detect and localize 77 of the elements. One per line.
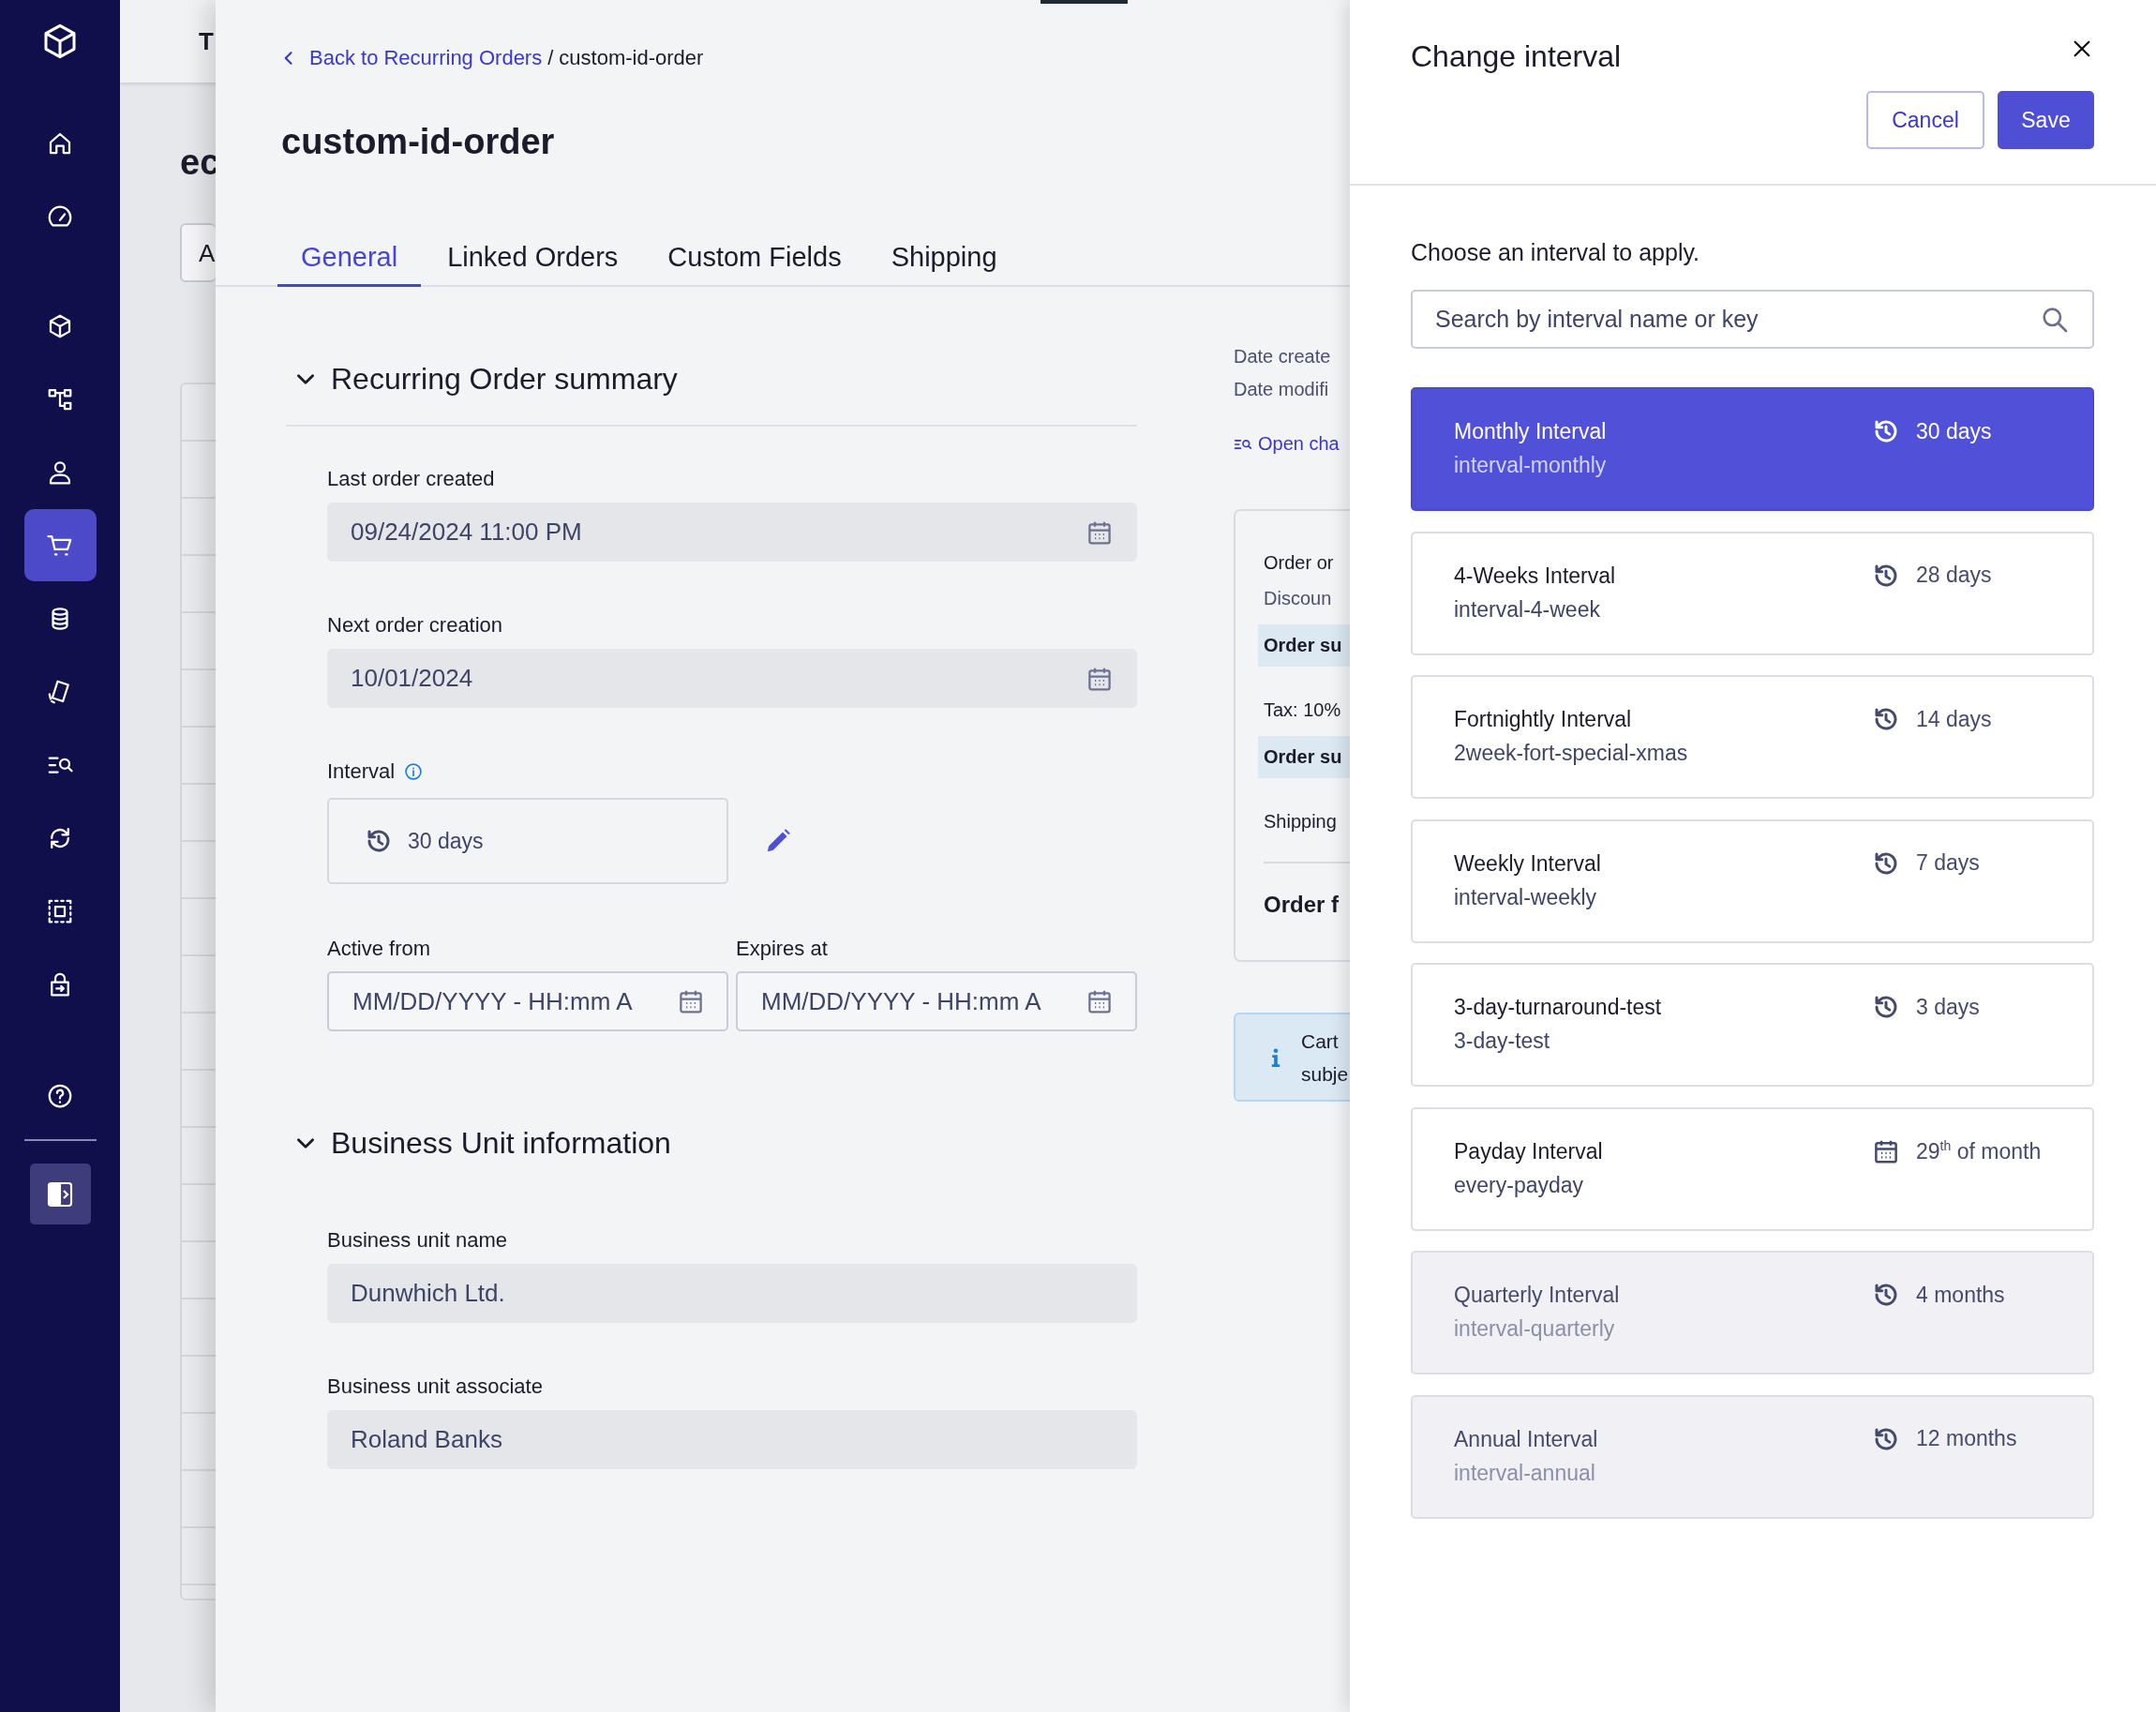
interval-key: interval-weekly bbox=[1454, 879, 1872, 914]
interval-length: 12 months bbox=[1916, 1426, 2017, 1451]
tab[interactable]: Shipping bbox=[867, 241, 1021, 287]
interval-name: Monthly Interval bbox=[1454, 418, 1608, 445]
section-title: Business Unit information bbox=[331, 1125, 671, 1162]
tab[interactable]: Linked Orders bbox=[424, 241, 642, 287]
page-title: custom-id-order bbox=[281, 121, 556, 162]
text-field[interactable]: Dunwhich Ltd. bbox=[327, 1264, 1137, 1323]
date-meta: Date create bbox=[1234, 345, 1332, 368]
interval-key: interval-quarterly bbox=[1454, 1312, 1872, 1345]
search-field[interactable]: Search by interval name or key bbox=[1411, 290, 2094, 349]
interval-length: 3 days bbox=[1916, 994, 1980, 1020]
interval-length: 28 days bbox=[1916, 563, 1992, 588]
interval-length: 7 days bbox=[1916, 850, 1980, 876]
interval-key: 3-day-test bbox=[1454, 1024, 1872, 1058]
panel-toggle-button[interactable] bbox=[29, 1164, 91, 1224]
section-title: Recurring Order summary bbox=[331, 361, 678, 398]
tab-label[interactable]: T bbox=[199, 26, 214, 56]
interval-option[interactable]: Fortnightly Interval 2week-fort-special-xmas 14 days bbox=[1411, 675, 2094, 799]
interval-key: 2week-fort-special-xmas bbox=[1454, 736, 1872, 770]
interval-length: 4 months bbox=[1916, 1282, 2005, 1308]
interval-key: interval-monthly bbox=[1454, 448, 1872, 482]
field-label: Interval bbox=[327, 758, 396, 785]
interval-name: Fortnightly Interval bbox=[1454, 706, 1633, 733]
totals-row-text: Shipping bbox=[1264, 810, 1338, 833]
notice-text: Cart bbox=[1301, 1029, 1340, 1054]
instruction-text: Choose an interval to apply. bbox=[1411, 238, 1701, 266]
text-field[interactable]: Roland Banks bbox=[327, 1410, 1137, 1469]
date-time-field[interactable]: MM/DD/YYYY - HH:mm A bbox=[736, 971, 1137, 1031]
field-label: Business unit associate bbox=[327, 1374, 544, 1400]
totals-row-text: Tax: 10% bbox=[1264, 698, 1342, 722]
interval-length: 29$^{th}$ of month bbox=[1916, 1137, 2042, 1164]
interval-name: 4-Weeks Interval bbox=[1454, 562, 1617, 590]
interval-option[interactable]: Weekly Interval interval-weekly 7 days bbox=[1411, 818, 2094, 943]
close-icon[interactable] bbox=[2072, 38, 2092, 59]
breadcrumb-separator: / bbox=[547, 46, 554, 70]
cancel-button[interactable]: Cancel bbox=[1866, 91, 1984, 149]
save-button[interactable]: Save bbox=[1998, 91, 2094, 149]
back-link[interactable]: Back to Recurring Orders bbox=[279, 46, 543, 70]
interval-name: 3-day-turnaround-test bbox=[1454, 994, 1663, 1021]
date-time-field[interactable]: MM/DD/YYYY - HH:mm A bbox=[327, 971, 728, 1031]
interval-key: interval-4-week bbox=[1454, 592, 1872, 626]
notice-text: subje bbox=[1301, 1061, 1349, 1087]
totals-row: Order su bbox=[1258, 624, 1350, 667]
interval-name: Weekly Interval bbox=[1454, 849, 1602, 878]
interval-option[interactable]: Monthly Interval interval-monthly 30 days bbox=[1411, 387, 2094, 511]
drawer-title: Change interval bbox=[1411, 38, 1622, 75]
interval-option[interactable]: 3-day-turnaround-test 3-day-test 3 days bbox=[1411, 963, 2094, 1087]
interval-key: every-payday bbox=[1454, 1167, 1872, 1202]
interval-length: 14 days bbox=[1916, 706, 1992, 732]
breadcrumb-current: custom-id-order bbox=[559, 46, 704, 70]
tab[interactable]: General bbox=[277, 241, 422, 287]
field-label: Expires at bbox=[736, 936, 829, 962]
interval-option[interactable]: Payday Interval every-payday 29$^{th}$ of month bbox=[1411, 1106, 2094, 1231]
field-label: Last order created bbox=[327, 466, 496, 492]
tab[interactable]: Custom Fields bbox=[644, 241, 865, 287]
field-label: Business unit name bbox=[327, 1227, 508, 1254]
field-label: Next order creation bbox=[327, 612, 504, 638]
date-field[interactable]: 09/24/2024 11:00 PM bbox=[327, 503, 1137, 562]
interval-value: 30 days bbox=[408, 828, 484, 854]
interval-name: Quarterly Interval bbox=[1454, 1282, 1621, 1309]
info-icon bbox=[1271, 1046, 1280, 1068]
interval-name: Payday Interval bbox=[1454, 1137, 1604, 1165]
changes-link[interactable]: Open cha bbox=[1234, 433, 1350, 455]
interval-option[interactable]: 4-Weeks Interval interval-4-week 28 days bbox=[1411, 531, 2094, 655]
interval-length: 30 days bbox=[1916, 418, 1992, 444]
input-field[interactable]: A bbox=[180, 223, 216, 282]
interval-key: interval-annual bbox=[1454, 1455, 1872, 1490]
totals-row: Order su bbox=[1258, 736, 1350, 778]
nav-item[interactable] bbox=[23, 509, 97, 581]
totals-row-text: Discoun bbox=[1264, 587, 1333, 610]
date-field[interactable]: 10/01/2024 bbox=[327, 649, 1137, 708]
field-label: Active from bbox=[327, 936, 432, 962]
info-icon[interactable] bbox=[404, 762, 424, 781]
date-meta: Date modifi bbox=[1234, 378, 1330, 401]
interval-name: Annual Interval bbox=[1454, 1425, 1599, 1453]
totals-row-text: Order or bbox=[1264, 551, 1335, 575]
